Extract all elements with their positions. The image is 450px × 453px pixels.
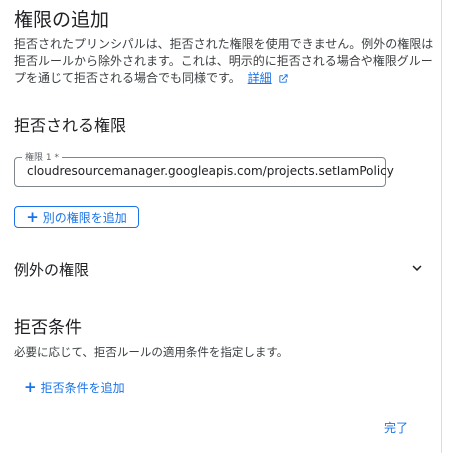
plus-icon: +: [24, 377, 37, 396]
deny-conditions-heading: 拒否条件: [14, 318, 82, 338]
deny-conditions-description: 必要に応じて、拒否ルールの適用条件を指定します。: [14, 345, 289, 359]
panel-description: 拒否されたプリンシパルは、拒否された権限を使用できません。例外の権限は拒否ルール…: [14, 36, 434, 87]
panel-title: 権限の追加: [14, 9, 110, 31]
done-button[interactable]: 完了: [384, 419, 408, 436]
add-permissions-panel: 権限の追加 拒否されたプリンシパルは、拒否された権限を使用できません。例外の権限…: [0, 0, 440, 453]
plus-icon: +: [26, 207, 39, 226]
chevron-down-icon[interactable]: [408, 259, 426, 277]
exception-permissions-heading: 例外の権限: [14, 261, 90, 279]
external-link-icon: [279, 74, 289, 83]
add-deny-condition-label: 拒否条件を追加: [40, 380, 125, 395]
add-deny-condition-button[interactable]: + 拒否条件を追加: [24, 378, 125, 396]
permission-1-label: 権限 1 *: [22, 150, 62, 163]
panel-divider: [441, 0, 442, 453]
permission-1-field[interactable]: 権限 1 * cloudresourcemanager.googleapis.c…: [14, 150, 394, 187]
learn-more-link[interactable]: 詳細: [248, 71, 272, 85]
description-text: 拒否されたプリンシパルは、拒否された権限を使用できません。例外の権限は拒否ルール…: [14, 37, 434, 85]
add-another-permission-label: 別の権限を追加: [42, 210, 127, 225]
permission-1-value[interactable]: cloudresourcemanager.googleapis.com/proj…: [27, 164, 394, 178]
denied-permissions-heading: 拒否される権限: [14, 116, 127, 135]
add-another-permission-button[interactable]: + 別の権限を追加: [14, 206, 139, 228]
